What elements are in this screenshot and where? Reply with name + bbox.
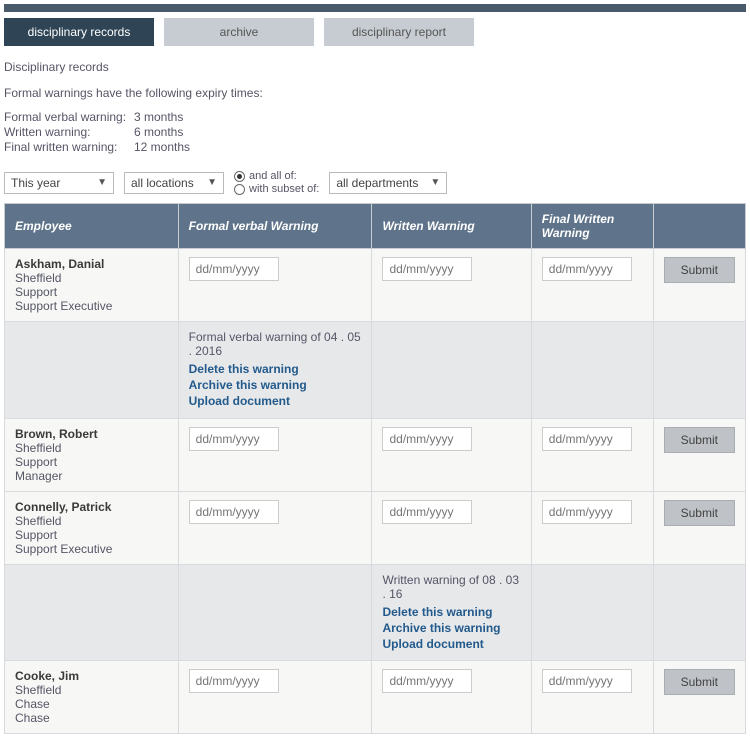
table-row-detail: Written warning of 08 . 03 . 16 Delete th… [5, 564, 746, 661]
employee-department: Chase [15, 697, 168, 711]
employee-department: Support [15, 528, 168, 542]
top-accent-bar [4, 4, 746, 12]
submit-button[interactable]: Submit [664, 669, 735, 695]
scope-radio-group: and all of: with subset of: [234, 170, 319, 195]
employee-department: Support [15, 455, 168, 469]
date-input[interactable] [542, 427, 632, 451]
submit-button[interactable]: Submit [664, 427, 735, 453]
employee-role: Support Executive [15, 542, 168, 556]
chevron-down-icon: ▼ [97, 177, 107, 188]
radio-label: and all of: [249, 170, 297, 182]
employee-location: Sheffield [15, 441, 168, 455]
warning-description: Written warning of 08 . 03 . 16 [382, 573, 520, 601]
date-input[interactable] [382, 500, 472, 524]
table-row: Cooke, JimSheffieldChaseChaseSubmit [5, 661, 746, 734]
employee-location: Sheffield [15, 271, 168, 285]
employee-name: Askham, Danial [15, 257, 168, 271]
upload-document-link[interactable]: Upload document [189, 393, 362, 409]
date-input[interactable] [189, 500, 279, 524]
employee-role: Manager [15, 469, 168, 483]
chevron-down-icon: ▼ [207, 177, 217, 188]
warning-description: Formal verbal warning of 04 . 05 . 2016 [189, 330, 362, 358]
expiry-label: Final written warning: [4, 140, 134, 154]
date-input[interactable] [382, 427, 472, 451]
period-select[interactable]: This year ▼ [4, 172, 114, 194]
tab-disciplinary-report[interactable]: disciplinary report [324, 18, 474, 46]
col-header-employee: Employee [5, 204, 179, 249]
col-header-fvw: Formal verbal Warning [178, 204, 372, 249]
period-select-value: This year [11, 176, 60, 190]
employee-location: Sheffield [15, 683, 168, 697]
employee-location: Sheffield [15, 514, 168, 528]
date-input[interactable] [189, 257, 279, 281]
date-input[interactable] [542, 500, 632, 524]
col-header-actions [653, 204, 745, 249]
delete-warning-link[interactable]: Delete this warning [382, 604, 520, 620]
chevron-down-icon: ▼ [430, 177, 440, 188]
employee-role: Support Executive [15, 299, 168, 313]
employee-name: Brown, Robert [15, 427, 168, 441]
expiry-value: 6 months [134, 125, 746, 139]
radio-with-subset-of[interactable] [234, 184, 245, 195]
expiry-value: 12 months [134, 140, 746, 154]
employee-name: Connelly, Patrick [15, 500, 168, 514]
filters-row: This year ▼ all locations ▼ and all of: … [4, 170, 746, 195]
upload-document-link[interactable]: Upload document [382, 636, 520, 652]
section-title: Disciplinary records [4, 60, 746, 74]
date-input[interactable] [542, 669, 632, 693]
tab-bar: disciplinary records archive disciplinar… [4, 18, 746, 46]
expiry-label: Written warning: [4, 125, 134, 139]
expiry-label: Formal verbal warning: [4, 110, 134, 124]
intro-text: Formal warnings have the following expir… [4, 86, 746, 100]
table-row: Askham, DanialSheffieldSupportSupport Ex… [5, 249, 746, 322]
archive-warning-link[interactable]: Archive this warning [189, 377, 362, 393]
employee-role: Chase [15, 711, 168, 725]
submit-button[interactable]: Submit [664, 257, 735, 283]
date-input[interactable] [189, 669, 279, 693]
date-input[interactable] [382, 257, 472, 281]
employee-department: Support [15, 285, 168, 299]
department-select[interactable]: all departments ▼ [329, 172, 447, 194]
department-select-value: all departments [336, 176, 418, 190]
date-input[interactable] [382, 669, 472, 693]
records-table: Employee Formal verbal Warning Written W… [4, 203, 746, 734]
archive-warning-link[interactable]: Archive this warning [382, 620, 520, 636]
radio-and-all-of[interactable] [234, 171, 245, 182]
submit-button[interactable]: Submit [664, 500, 735, 526]
radio-label: with subset of: [249, 183, 319, 195]
col-header-fww: Final Written Warning [531, 204, 653, 249]
date-input[interactable] [189, 427, 279, 451]
location-select-value: all locations [131, 176, 194, 190]
expiry-value: 3 months [134, 110, 746, 124]
table-row-detail: Formal verbal warning of 04 . 05 . 2016 D… [5, 322, 746, 419]
location-select[interactable]: all locations ▼ [124, 172, 224, 194]
tab-archive[interactable]: archive [164, 18, 314, 46]
tab-disciplinary-records[interactable]: disciplinary records [4, 18, 154, 46]
expiry-list: Formal verbal warning: 3 months Written … [4, 110, 746, 154]
table-row: Connelly, PatrickSheffieldSupportSupport… [5, 491, 746, 564]
employee-name: Cooke, Jim [15, 669, 168, 683]
date-input[interactable] [542, 257, 632, 281]
delete-warning-link[interactable]: Delete this warning [189, 361, 362, 377]
col-header-ww: Written Warning [372, 204, 531, 249]
table-row: Brown, RobertSheffieldSupportManager Subm… [5, 418, 746, 491]
